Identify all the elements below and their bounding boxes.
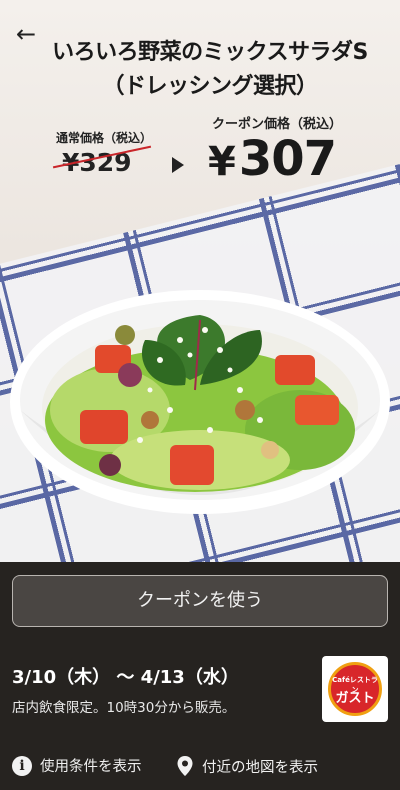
- validity-period: 3/10（木） 〜 4/13（水）: [12, 667, 239, 688]
- regular-price-label: 通常価格（税込）: [56, 131, 153, 145]
- info-icon: i: [12, 755, 32, 776]
- product-image: ← いろいろ野菜のミックスサラダS （ドレッシング選択） 通常価格（税込） ¥3…: [0, 0, 400, 562]
- terms-link[interactable]: i 使用条件を表示: [12, 755, 142, 776]
- validity-note: 店内飲食限定。10時30分から販売。: [12, 700, 236, 716]
- map-pin-icon: [177, 756, 193, 776]
- terms-link-label: 使用条件を表示: [40, 759, 142, 775]
- use-coupon-button[interactable]: クーポンを使う: [12, 575, 388, 627]
- arrow-right-icon: [172, 157, 184, 173]
- product-title: いろいろ野菜のミックスサラダS （ドレッシング選択）: [52, 40, 368, 99]
- salad-bowl-image: [10, 290, 390, 514]
- footer-links: i 使用条件を表示 付近の地図を表示: [0, 745, 400, 790]
- logo-main-text: ガスト: [335, 691, 375, 706]
- coupon-price-currency: ¥: [208, 139, 236, 185]
- coupon-price: ¥307: [208, 131, 337, 187]
- arrow-left-icon: ←: [15, 20, 37, 48]
- map-link[interactable]: 付近の地図を表示: [176, 755, 318, 777]
- coupon-price-value: 307: [238, 131, 337, 187]
- coupon-price-label: クーポン価格（税込）: [212, 117, 343, 132]
- gusto-logo: Caféレストラン ガスト: [322, 656, 388, 722]
- map-link-label: 付近の地図を表示: [202, 759, 318, 776]
- logo-badge: Caféレストラン ガスト: [328, 662, 382, 716]
- back-button[interactable]: ←: [12, 20, 40, 48]
